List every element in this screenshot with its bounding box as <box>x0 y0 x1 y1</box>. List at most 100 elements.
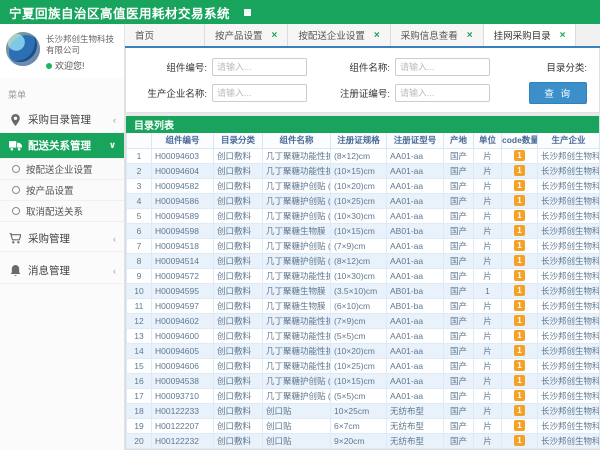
cell-reg-spec: 9×20cm <box>331 433 387 448</box>
cell-origin: 国产 <box>444 253 474 268</box>
cell-reg-model: AA01-aa <box>387 208 444 223</box>
close-icon[interactable]: × <box>560 30 566 41</box>
code-count-badge[interactable]: 1 <box>514 240 525 251</box>
code-count-badge[interactable]: 1 <box>514 180 525 191</box>
menu-collapse-icon[interactable] <box>244 9 251 16</box>
tab-by-delivery-company-setting[interactable]: 按配送企业设置 × <box>288 24 390 46</box>
tab-by-product-setting[interactable]: 按产品设置 × <box>205 24 288 46</box>
cell-component-no: H00094589 <box>152 208 214 223</box>
table-row[interactable]: 20H00122232创口敷料创口贴9×20cm无纺布型国产片1长沙邦创生物科技… <box>127 433 600 448</box>
cell-component-no: H00122233 <box>152 403 214 418</box>
code-count-badge[interactable]: 1 <box>514 150 525 161</box>
code-count-badge[interactable]: 1 <box>514 330 525 341</box>
col-header-reg-model: 注册证型号 <box>387 133 444 148</box>
table-row[interactable]: 8H00094514创口敷料几丁聚糖护创贴 ((8×12)cmAA01-aa国产… <box>127 253 600 268</box>
manufacturer-input[interactable] <box>212 84 307 102</box>
sidebar-subitem-cancel-delivery[interactable]: 取消配送关系 <box>0 201 124 222</box>
table-row[interactable]: 19H00122207创口敷料创口贴6×7cm无纺布型国产片1长沙邦创生物科技有… <box>127 418 600 433</box>
table-row[interactable]: 6H00094598创口敷料几丁聚糖生物膜(10×15)cmAB01-ba国产片… <box>127 223 600 238</box>
cell-component-name: 几丁聚糖护创贴 ( <box>263 253 331 268</box>
cell-code-count: 1 <box>502 328 538 343</box>
code-count-badge[interactable]: 1 <box>514 300 525 311</box>
reg-cert-no-input[interactable] <box>395 84 490 102</box>
truck-icon <box>8 139 22 153</box>
cell-code-count: 1 <box>502 208 538 223</box>
cell-origin: 国产 <box>444 418 474 433</box>
code-count-badge[interactable]: 1 <box>514 210 525 221</box>
table-row[interactable]: 13H00094600创口敷料几丁聚糖功能性护(5×5)cmAA01-aa国产片… <box>127 328 600 343</box>
code-count-badge[interactable]: 1 <box>514 270 525 281</box>
code-count-badge[interactable]: 1 <box>514 165 525 176</box>
cell-component-no: H00094597 <box>152 298 214 313</box>
tab-home[interactable]: 首页 <box>125 24 205 46</box>
cell-code-count: 1 <box>502 178 538 193</box>
cell-reg-spec: (10×25)cm <box>331 358 387 373</box>
sidebar-subitem-by-delivery-company[interactable]: 按配送企业设置 <box>0 159 124 180</box>
table-row[interactable]: 5H00094589创口敷料几丁聚糖护创贴 ((10×30)cmAA01-aa国… <box>127 208 600 223</box>
cell-unit: 片 <box>474 343 502 358</box>
radio-circle-icon <box>12 207 20 215</box>
code-count-badge[interactable]: 1 <box>514 390 525 401</box>
table-row[interactable]: 17H00093710创口敷料几丁聚糖护创贴 ((5×5)cmAA01-aa国产… <box>127 388 600 403</box>
close-icon[interactable]: × <box>467 30 473 41</box>
code-count-badge[interactable]: 1 <box>514 360 525 371</box>
table-row[interactable]: 3H00094582创口敷料几丁聚糖护创贴 ((10×20)cmAA01-aa国… <box>127 178 600 193</box>
sidebar-item-procurement-mgmt[interactable]: 采购管理 ‹ <box>0 226 124 252</box>
sidebar: 长沙邦创生物科技有限公司 欢迎您! 菜单 采购目录管理 ‹ 配送关系管理 ∨ <box>0 24 125 450</box>
col-header-catalog-class: 目录分类 <box>214 133 263 148</box>
code-count-badge[interactable]: 1 <box>514 420 525 431</box>
code-count-badge[interactable]: 1 <box>514 405 525 416</box>
search-button[interactable]: 查 询 <box>529 82 587 104</box>
cell-manufacturer: 长沙邦创生物科技有限公司 <box>538 328 600 343</box>
sidebar-item-procurement-catalog[interactable]: 采购目录管理 ‹ <box>0 107 124 133</box>
cell-code-count: 1 <box>502 163 538 178</box>
cell-manufacturer: 长沙邦创生物科技有限公司 <box>538 223 600 238</box>
cell-reg-spec: (3.5×10)cm <box>331 283 387 298</box>
cell-component-name: 几丁聚糖护创贴 ( <box>263 238 331 253</box>
table-row[interactable]: 9H00094572创口敷料几丁聚糖功能性护(10×30)cmAA01-aa国产… <box>127 268 600 283</box>
sidebar-item-label: 采购目录管理 <box>28 112 91 127</box>
cell-unit: 片 <box>474 223 502 238</box>
code-count-badge[interactable]: 1 <box>514 315 525 326</box>
code-count-badge[interactable]: 1 <box>514 435 525 446</box>
table-row[interactable]: 10H00094595创口敷料几丁聚糖生物膜(3.5×10)cmAB01-ba国… <box>127 283 600 298</box>
cell-code-count: 1 <box>502 433 538 448</box>
table-row[interactable]: 16H00094538创口敷料几丁聚糖护创贴 ((10×15)cmAA01-aa… <box>127 373 600 388</box>
tab-bar: 首页 按产品设置 × 按配送企业设置 × 采购信息查看 × 挂网采购目录 × <box>125 24 600 48</box>
code-count-badge[interactable]: 1 <box>514 375 525 386</box>
code-count-badge[interactable]: 1 <box>514 225 525 236</box>
cell-origin: 国产 <box>444 148 474 163</box>
cell-reg-spec: (5×5)cm <box>331 328 387 343</box>
cell-manufacturer: 长沙邦创生物科技有限公司 <box>538 433 600 448</box>
code-count-badge[interactable]: 1 <box>514 345 525 356</box>
radio-circle-icon <box>12 165 20 173</box>
table-row[interactable]: 1H00094603创口敷料几丁聚糖功能性护(8×12)cmAA01-aa国产片… <box>127 148 600 163</box>
tab-procurement-info[interactable]: 采购信息查看 × <box>391 24 484 46</box>
sidebar-item-message-mgmt[interactable]: 消息管理 ‹ <box>0 258 124 284</box>
table-row[interactable]: 4H00094586创口敷料几丁聚糖护创贴 ((10×25)cmAA01-aa国… <box>127 193 600 208</box>
table-row[interactable]: 14H00094605创口敷料几丁聚糖功能性护(10×20)cmAA01-aa国… <box>127 343 600 358</box>
cell-manufacturer: 长沙邦创生物科技有限公司 <box>538 403 600 418</box>
cell-manufacturer: 长沙邦创生物科技有限公司 <box>538 418 600 433</box>
table-row[interactable]: 12H00094602创口敷料几丁聚糖功能性护(7×9)cmAA01-aa国产片… <box>127 313 600 328</box>
cell-index: 18 <box>127 403 152 418</box>
table-row[interactable]: 15H00094606创口敷料几丁聚糖功能性护(10×25)cmAA01-aa国… <box>127 358 600 373</box>
tab-online-procurement-catalog[interactable]: 挂网采购目录 × <box>484 24 577 46</box>
table-row[interactable]: 7H00094518创口敷料几丁聚糖护创贴 ((7×9)cmAA01-aa国产片… <box>127 238 600 253</box>
code-count-badge[interactable]: 1 <box>514 195 525 206</box>
code-count-badge[interactable]: 1 <box>514 285 525 296</box>
table-row[interactable]: 2H00094604创口敷料几丁聚糖功能性护(10×15)cmAA01-aa国产… <box>127 163 600 178</box>
close-icon[interactable]: × <box>272 30 278 41</box>
table-row[interactable]: 18H00122233创口敷料创口贴10×25cm无纺布型国产片1长沙邦创生物科… <box>127 403 600 418</box>
cell-reg-spec: (7×9)cm <box>331 238 387 253</box>
sidebar-item-delivery-relation[interactable]: 配送关系管理 ∨ <box>0 133 124 159</box>
close-icon[interactable]: × <box>374 30 380 41</box>
code-count-badge[interactable]: 1 <box>514 255 525 266</box>
cell-component-name: 几丁聚糖护创贴 ( <box>263 178 331 193</box>
cell-reg-spec: (10×20)cm <box>331 178 387 193</box>
component-name-input[interactable] <box>395 58 490 76</box>
sidebar-subitem-by-product[interactable]: 按产品设置 <box>0 180 124 201</box>
table-row[interactable]: 11H00094597创口敷料几丁聚糖生物膜(6×10)cmAB01-ba国产片… <box>127 298 600 313</box>
component-no-input[interactable] <box>212 58 307 76</box>
cell-reg-model: AA01-aa <box>387 313 444 328</box>
